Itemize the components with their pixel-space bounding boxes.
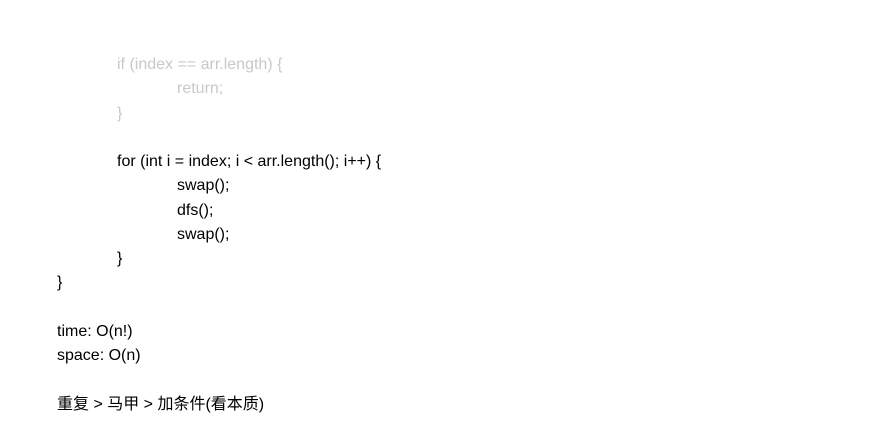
code-if-line: if (index == arr.length) {	[117, 56, 283, 73]
code-if-close: }	[117, 105, 123, 122]
code-for-line: for (int i = index; i < arr.length(); i+…	[117, 153, 382, 170]
space-complexity: space: O(n)	[57, 347, 141, 364]
time-complexity: time: O(n!)	[57, 323, 133, 340]
code-for-close: }	[117, 250, 123, 267]
code-swap-1: swap();	[177, 177, 230, 194]
code-swap-2: swap();	[177, 226, 230, 243]
note-line: 重复 > 马甲 > 加条件(看本质)	[57, 396, 265, 413]
code-dfs: dfs();	[177, 202, 214, 219]
code-return-line: return;	[177, 80, 224, 97]
code-func-close: }	[57, 274, 63, 291]
